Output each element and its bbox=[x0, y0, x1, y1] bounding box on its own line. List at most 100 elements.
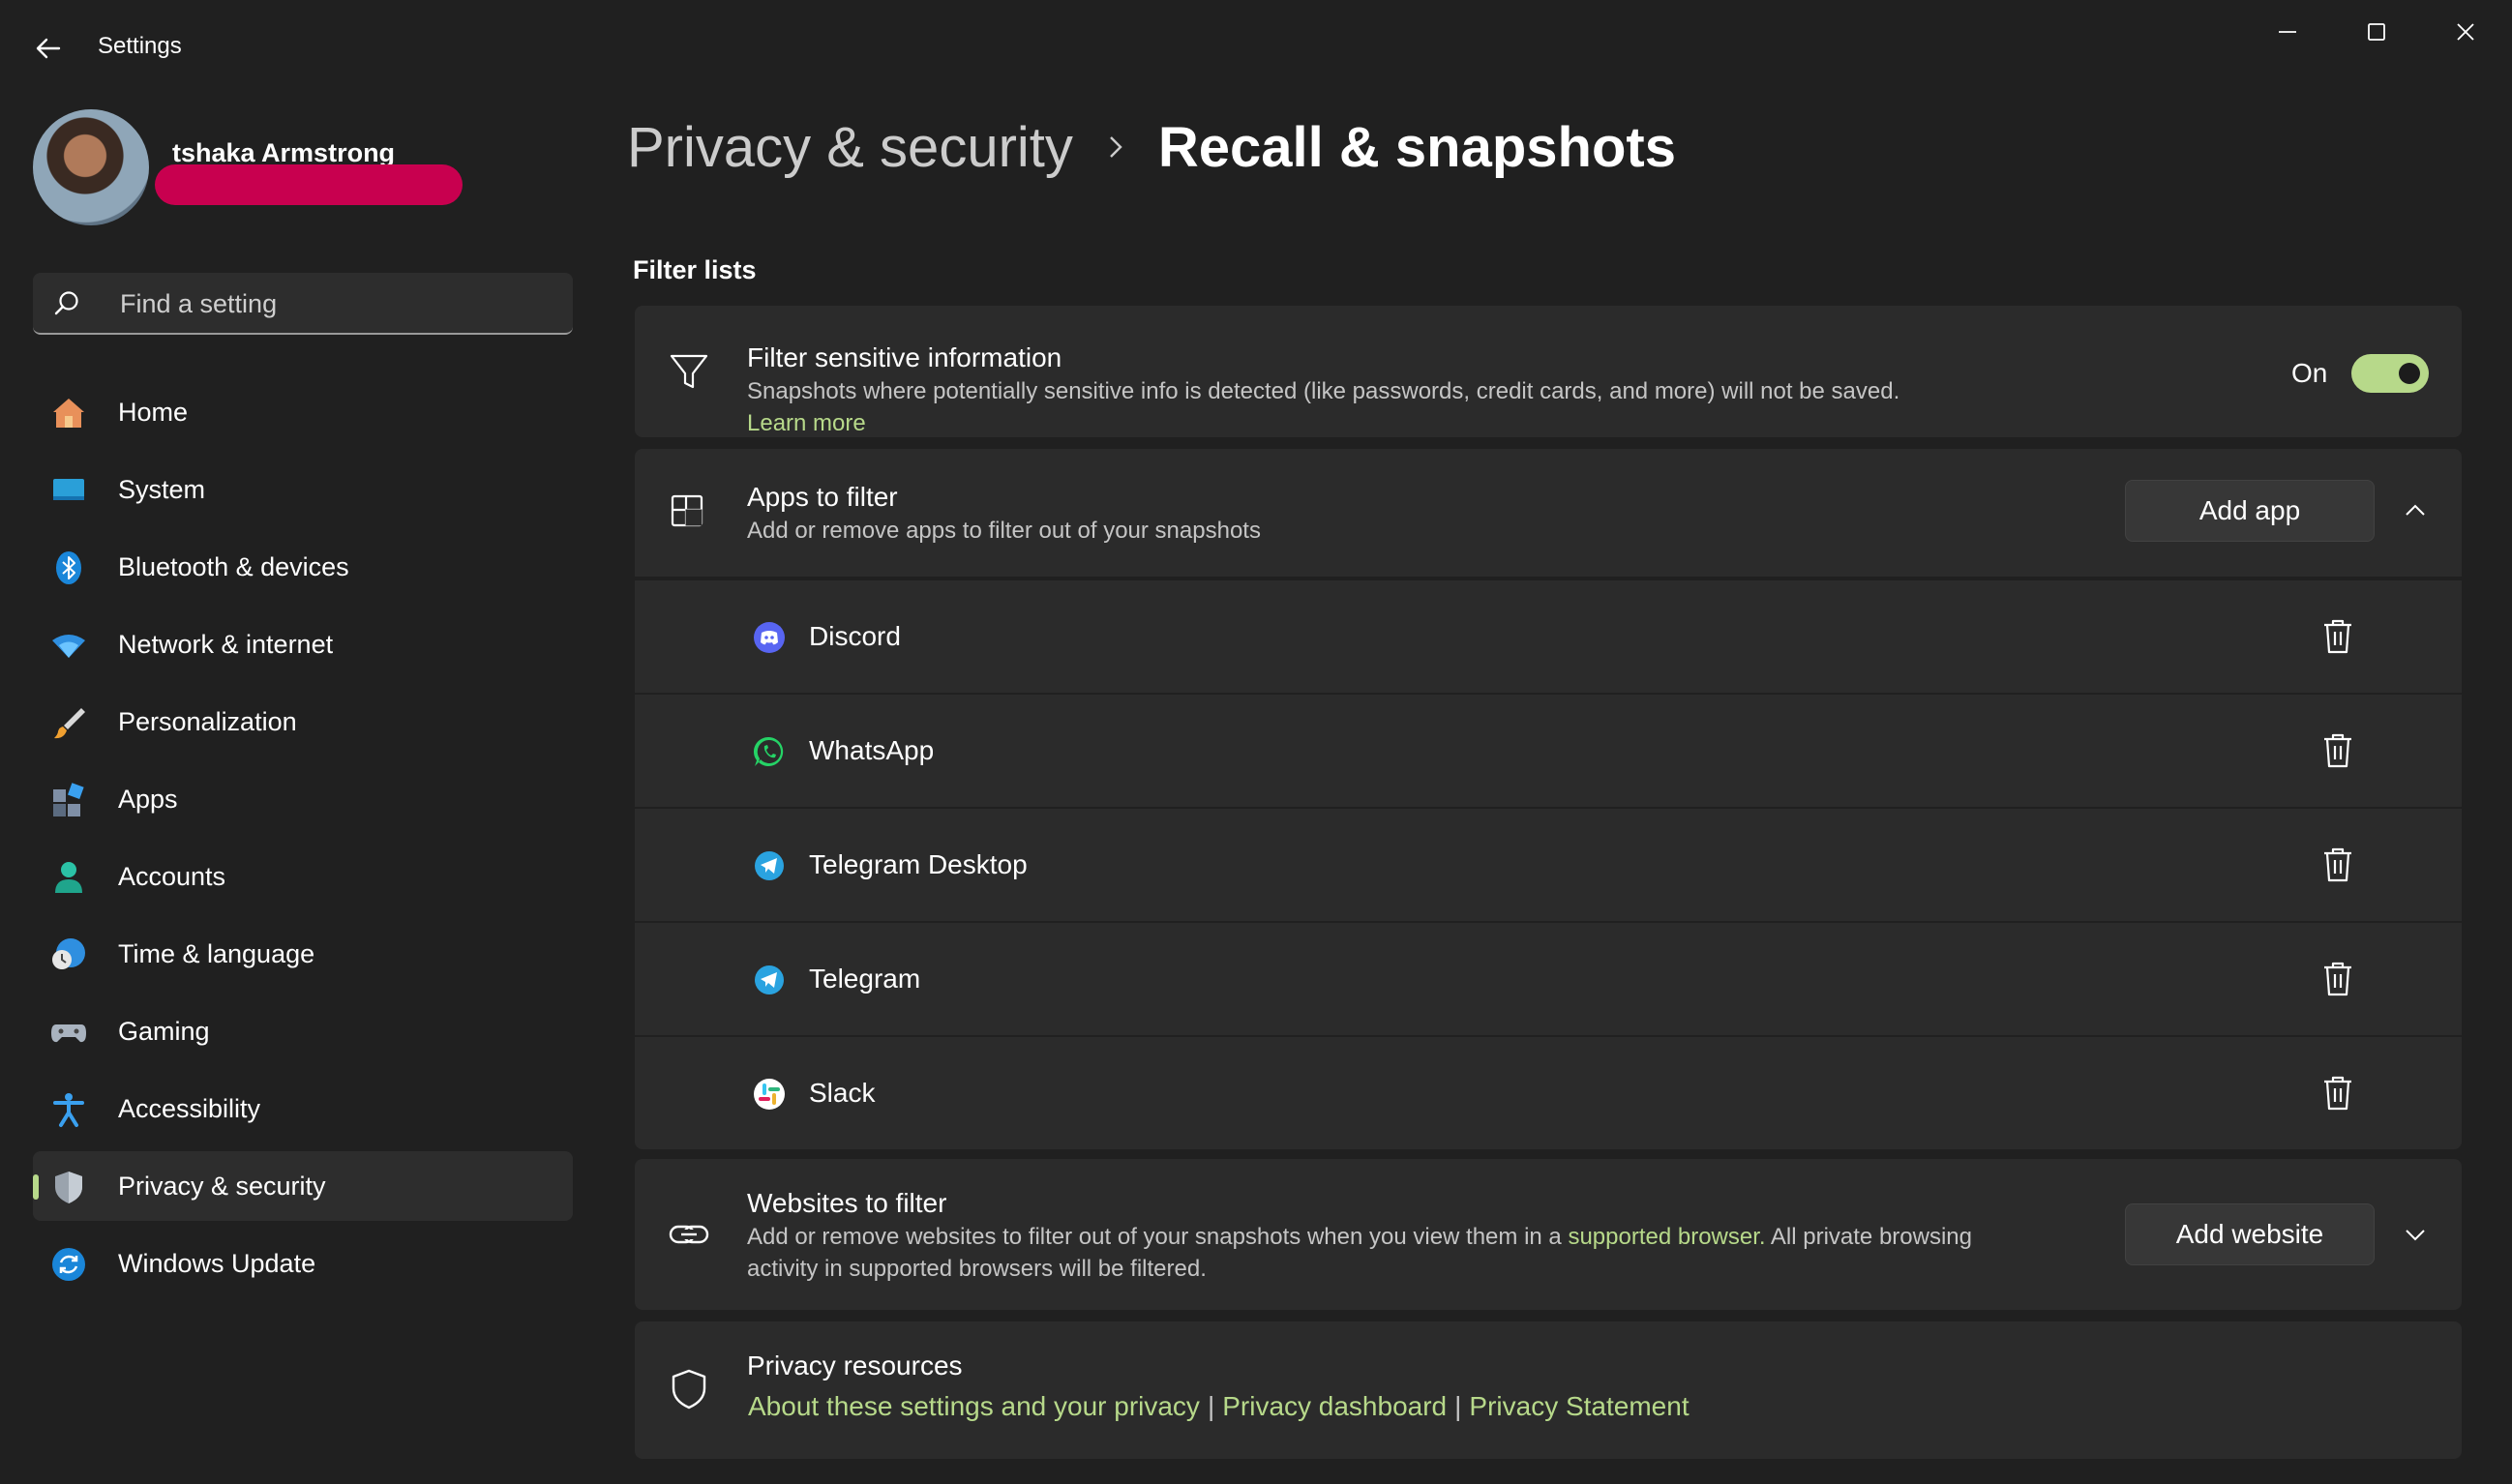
app-name: WhatsApp bbox=[809, 735, 935, 765]
trash-icon[interactable] bbox=[2318, 1074, 2357, 1113]
sidebar-item-label: Time & language bbox=[118, 938, 315, 968]
toggle-knob bbox=[2399, 363, 2420, 384]
maximize-button[interactable] bbox=[2332, 0, 2421, 64]
title-bar: Settings bbox=[0, 0, 2512, 97]
breadcrumb-parent[interactable]: Privacy & security bbox=[627, 115, 1073, 180]
sidebar-item-home[interactable]: Home bbox=[33, 377, 573, 447]
trash-icon[interactable] bbox=[2318, 731, 2357, 770]
privacy-statement-link[interactable]: Privacy Statement bbox=[1469, 1391, 1689, 1421]
apps-to-filter-title: Apps to filter bbox=[747, 482, 898, 512]
app-row-slack: Slack bbox=[635, 1037, 2462, 1149]
trash-icon[interactable] bbox=[2318, 846, 2357, 884]
back-button[interactable] bbox=[27, 27, 70, 70]
filter-sensitive-card: Filter sensitive information Snapshots w… bbox=[635, 306, 2462, 437]
sidebar-item-label: Bluetooth & devices bbox=[118, 551, 349, 581]
privacy-resources-card: Privacy resources About these settings a… bbox=[635, 1321, 2462, 1459]
add-app-button[interactable]: Add app bbox=[2125, 480, 2375, 542]
time-language-icon bbox=[52, 938, 85, 969]
websites-desc-before: Add or remove websites to filter out of … bbox=[747, 1224, 1562, 1250]
add-website-label: Add website bbox=[2175, 1219, 2324, 1249]
slack-icon bbox=[754, 1079, 785, 1110]
trash-icon[interactable] bbox=[2318, 617, 2357, 656]
search-icon bbox=[54, 291, 78, 315]
sidebar-item-accounts[interactable]: Accounts bbox=[33, 842, 573, 911]
sidebar-item-label: Privacy & security bbox=[118, 1171, 326, 1201]
breadcrumb: Privacy & security Recall & snapshots bbox=[627, 108, 1676, 186]
gamepad-icon bbox=[51, 1024, 86, 1043]
expand-websites-button[interactable] bbox=[2396, 1215, 2435, 1254]
shield-icon bbox=[55, 1172, 82, 1203]
minimize-button[interactable] bbox=[2243, 0, 2332, 64]
link-icon bbox=[669, 1225, 709, 1244]
search-box[interactable] bbox=[33, 273, 573, 335]
learn-more-link[interactable]: Learn more bbox=[747, 410, 866, 436]
privacy-dashboard-link[interactable]: Privacy dashboard bbox=[1222, 1391, 1447, 1421]
sidebar-item-label: Windows Update bbox=[118, 1248, 316, 1278]
sidebar-item-label: Accounts bbox=[118, 861, 226, 891]
telegram-icon bbox=[755, 851, 784, 880]
websites-to-filter-title: Websites to filter bbox=[747, 1188, 947, 1218]
about-settings-link[interactable]: About these settings and your privacy bbox=[748, 1391, 1200, 1421]
app-name: Slack bbox=[809, 1078, 876, 1108]
page-title: Recall & snapshots bbox=[1157, 115, 1676, 179]
link-separator: | bbox=[1454, 1391, 1462, 1421]
app-name: Discord bbox=[809, 621, 901, 651]
redacted-email-bar bbox=[155, 164, 463, 205]
sidebar-item-label: Home bbox=[118, 397, 189, 427]
apps-icon bbox=[53, 783, 84, 816]
filter-sensitive-toggle[interactable] bbox=[2351, 354, 2429, 393]
collapse-apps-button[interactable] bbox=[2396, 491, 2435, 530]
add-website-button[interactable]: Add website bbox=[2125, 1203, 2375, 1265]
sidebar-item-label: Accessibility bbox=[118, 1093, 261, 1123]
system-icon bbox=[53, 479, 84, 500]
filter-sensitive-title: Filter sensitive information bbox=[747, 342, 1062, 372]
close-button[interactable] bbox=[2421, 0, 2510, 64]
websites-to-filter-description: Add or remove websites to filter out of … bbox=[747, 1221, 2044, 1285]
sidebar-item-time-language[interactable]: Time & language bbox=[33, 919, 573, 989]
wifi-icon bbox=[52, 635, 85, 658]
accounts-icon bbox=[55, 862, 82, 893]
breadcrumb-separator bbox=[1106, 134, 1125, 161]
sidebar-item-network[interactable]: Network & internet bbox=[33, 609, 573, 679]
avatar[interactable] bbox=[33, 109, 149, 225]
search-input[interactable] bbox=[118, 273, 548, 335]
app-row-telegram-desktop: Telegram Desktop bbox=[635, 809, 2462, 921]
sidebar-item-accessibility[interactable]: Accessibility bbox=[33, 1074, 573, 1143]
accessibility-icon bbox=[53, 1093, 84, 1127]
add-app-label: Add app bbox=[2198, 495, 2301, 525]
trash-icon[interactable] bbox=[2318, 960, 2357, 998]
close-icon bbox=[2457, 23, 2474, 41]
sidebar-item-privacy-security[interactable]: Privacy & security bbox=[33, 1151, 573, 1221]
sidebar-item-apps[interactable]: Apps bbox=[33, 764, 573, 834]
privacy-resources-title: Privacy resources bbox=[747, 1350, 963, 1380]
selection-indicator bbox=[33, 1174, 39, 1200]
home-icon bbox=[53, 399, 84, 428]
sidebar-item-bluetooth[interactable]: Bluetooth & devices bbox=[33, 532, 573, 602]
app-name: Telegram bbox=[809, 964, 921, 994]
sidebar-item-label: Network & internet bbox=[118, 629, 334, 659]
app-name: Telegram Desktop bbox=[809, 849, 1028, 879]
chevron-right-icon bbox=[1110, 136, 1122, 158]
chevron-up-icon bbox=[2406, 504, 2425, 516]
sidebar-item-personalization[interactable]: Personalization bbox=[33, 687, 573, 757]
supported-browser-link[interactable]: supported browser. bbox=[1568, 1224, 1765, 1250]
websites-to-filter-card: Websites to filter Add or remove website… bbox=[635, 1159, 2462, 1310]
shield-outline-icon bbox=[672, 1369, 706, 1410]
bluetooth-icon bbox=[56, 551, 81, 584]
sidebar-item-label: Apps bbox=[118, 784, 178, 814]
sidebar-item-system[interactable]: System bbox=[33, 455, 573, 524]
back-arrow-icon bbox=[36, 38, 61, 59]
app-title: Settings bbox=[98, 33, 182, 59]
minimize-icon bbox=[2279, 31, 2296, 33]
apps-filter-icon bbox=[671, 494, 703, 527]
app-row-whatsapp: WhatsApp bbox=[635, 695, 2462, 807]
filter-sensitive-text: Snapshots where potentially sensitive in… bbox=[747, 378, 1900, 404]
brush-icon bbox=[54, 708, 85, 739]
privacy-resources-links: About these settings and your privacy | Pr… bbox=[748, 1391, 1690, 1422]
discord-icon bbox=[754, 622, 785, 653]
app-row-telegram: Telegram bbox=[635, 923, 2462, 1035]
sidebar-nav: Home System Bluetooth & devices Network … bbox=[33, 377, 573, 1306]
sidebar-item-label: System bbox=[118, 474, 206, 504]
sidebar-item-gaming[interactable]: Gaming bbox=[33, 996, 573, 1066]
sidebar-item-windows-update[interactable]: Windows Update bbox=[33, 1229, 573, 1298]
